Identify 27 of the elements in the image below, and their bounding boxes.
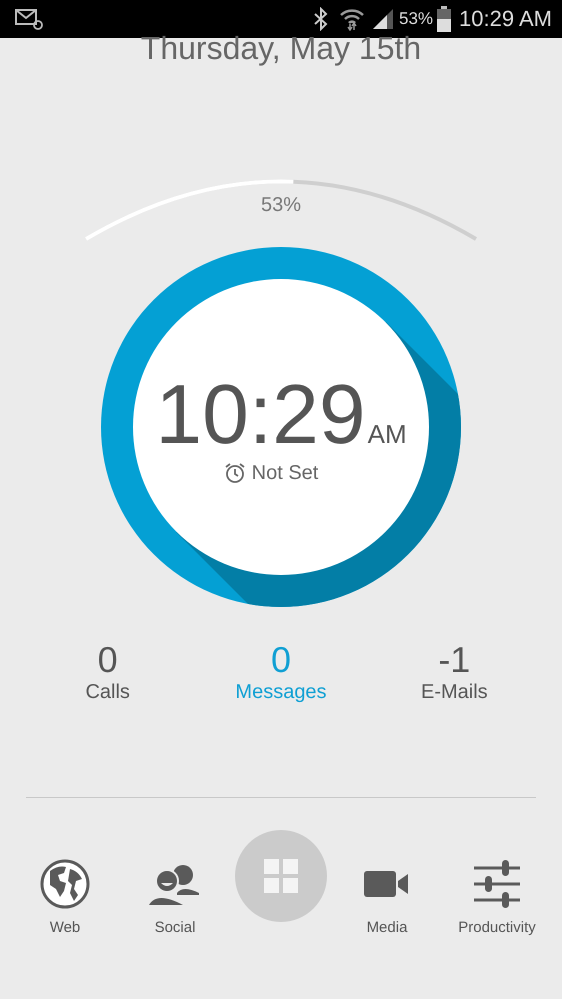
video-camera-icon xyxy=(364,868,410,898)
status-time: 10:29 AM xyxy=(459,6,552,32)
stat-count: 0 xyxy=(270,641,291,680)
stat-count: -1 xyxy=(438,641,470,680)
dock-shortcut[interactable]: Web xyxy=(15,858,115,936)
sliders-icon xyxy=(472,858,522,908)
stat-tab[interactable]: Calls xyxy=(85,679,130,706)
dock-shortcut[interactable]: Social xyxy=(125,858,225,936)
wifi-icon xyxy=(339,7,366,31)
email-notification-icon xyxy=(14,8,44,30)
alarm-clock-icon xyxy=(224,462,246,484)
clock-time: 10:29 xyxy=(155,372,366,456)
bluetooth-icon xyxy=(313,7,330,31)
globe-icon xyxy=(40,858,90,908)
people-icon xyxy=(149,862,201,904)
battery-percentage: 53% xyxy=(399,9,434,29)
alarm-status: Not Set xyxy=(252,462,318,485)
battery-icon xyxy=(437,6,452,32)
grid-icon xyxy=(264,859,298,893)
date-heading: Thursday, May 15th xyxy=(140,32,422,64)
dock-shortcut[interactable]: Productivity xyxy=(447,858,547,936)
stat-count: 0 xyxy=(98,641,118,680)
stat-tab[interactable]: E-Mails xyxy=(420,679,488,706)
clock-period: AM xyxy=(368,418,407,450)
dock-shortcut[interactable]: Media xyxy=(337,858,437,936)
signal-icon xyxy=(371,7,396,31)
battery-reading: 53% xyxy=(260,194,302,216)
